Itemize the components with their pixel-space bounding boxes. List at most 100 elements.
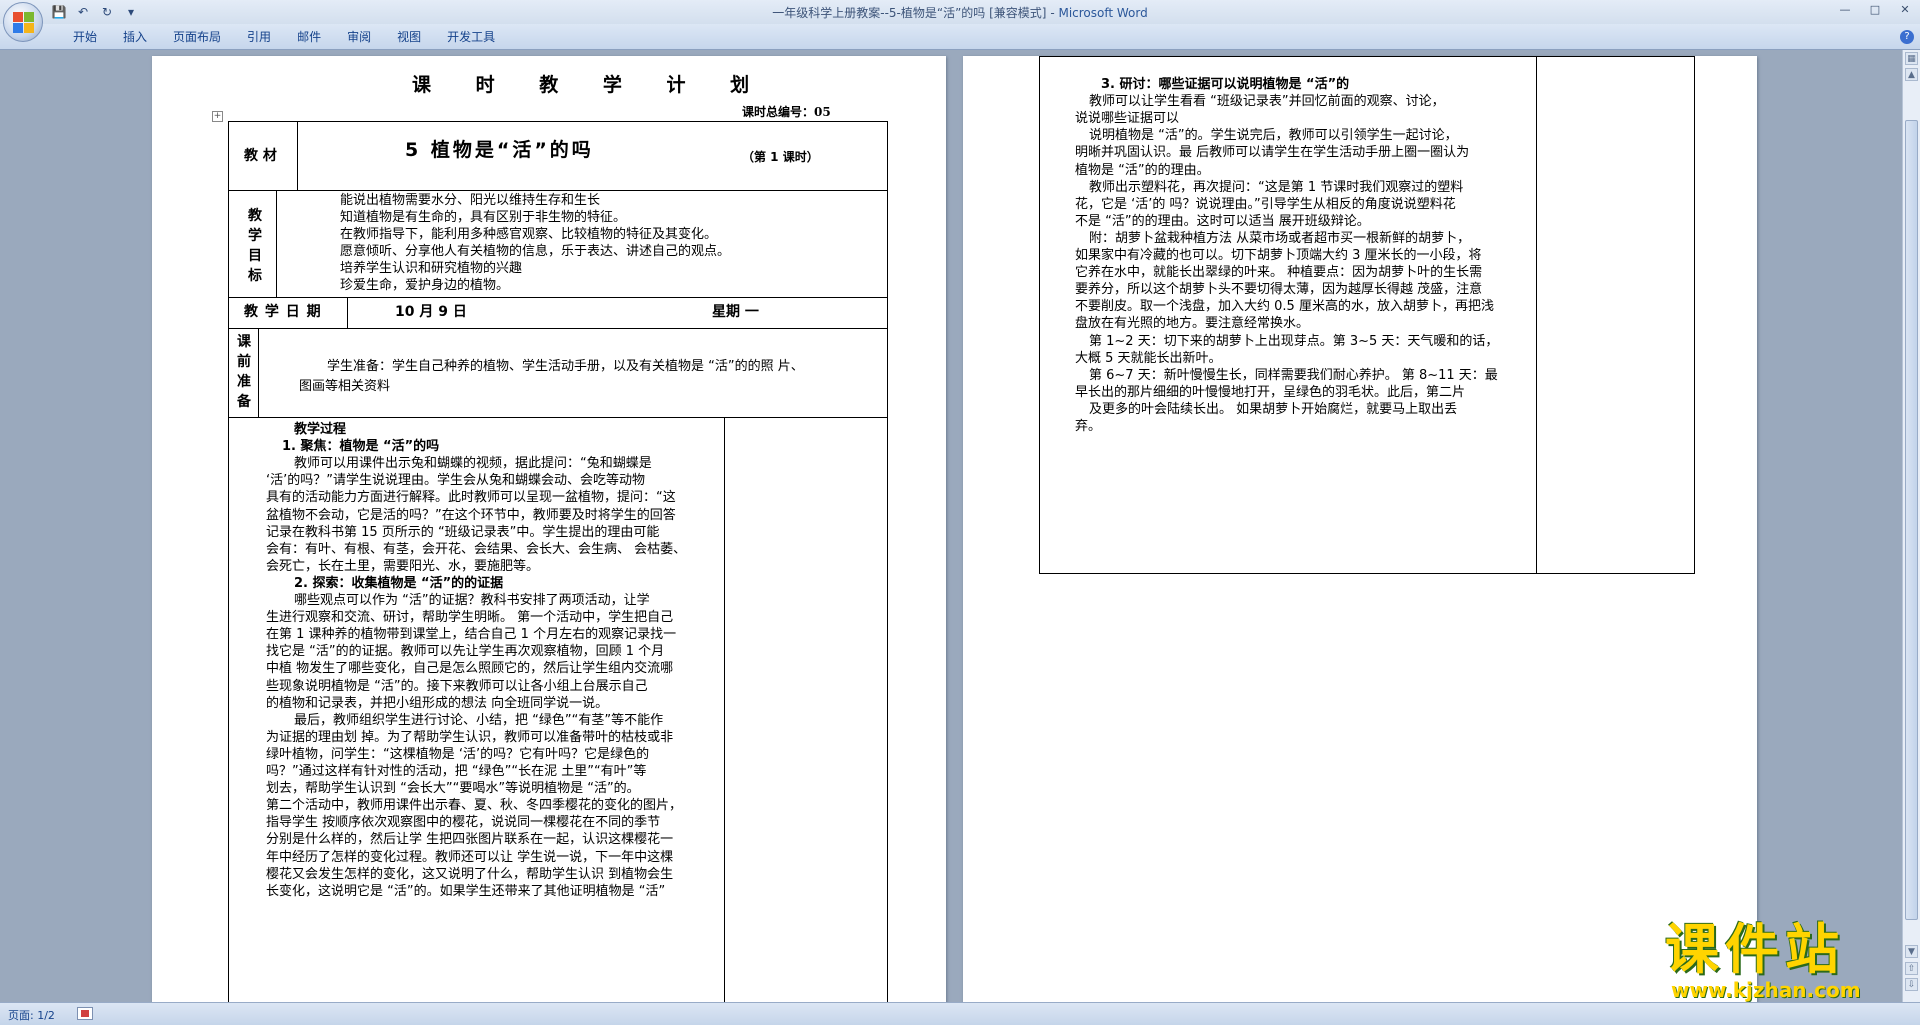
- ribbon-tab[interactable]: 审阅: [334, 29, 384, 45]
- app-name: Microsoft Word: [1058, 6, 1148, 20]
- page-heading: 课 时 教 学 计 划: [412, 74, 769, 96]
- watermark-title: 课件站: [1665, 918, 1845, 981]
- ribbon-tab[interactable]: 邮件: [284, 29, 334, 45]
- ribbon-tab[interactable]: 页面布局: [160, 29, 234, 45]
- process-line: 长变化，这说明它是 “活”的。如果学生还带来了其他证明植物是 “活”: [266, 883, 666, 899]
- process-line: 找它是 “活”的的证据。教师可以先让学生再次观察植物，回顾 1 个月: [266, 644, 665, 660]
- date-label: 教 学 日 期: [244, 304, 322, 320]
- goals-label-char: 标: [248, 268, 262, 284]
- process-line: 第二个活动中，教师用课件出示春、夏、秋、冬四季樱花的变化的图片，: [266, 798, 683, 814]
- continued-line: 早长出的那片细细的叶慢慢地打开，呈绿色的羽毛状。此后，第二片: [1075, 384, 1466, 400]
- prep-label-char: 准: [237, 374, 251, 390]
- process-line: 哪些观点可以作为 “活”的证据？教科书安排了两项活动，让学: [294, 593, 650, 608]
- process-line: 樱花又会发生怎样的变化，这又说明了什么，帮助学生认识 到植物会生: [266, 866, 674, 882]
- process-line: ‘活’的吗？”请学生说说理由。学生会从兔和蝴蝶会动、会吃等动物: [266, 473, 645, 489]
- continued-line: 如果家中有冷藏的也可以。切下胡萝卜顶端大约 3 厘米长的一小段，将: [1075, 248, 1482, 263]
- window-title: 一年级科学上册教案--5-植物是“活”的吗 [兼容模式] - Microsoft…: [0, 4, 1920, 21]
- ribbon-tab[interactable]: 开发工具: [434, 29, 508, 45]
- continued-line: 第 1~2 天：切下来的胡萝卜上出现芽点。第 3~5 天：天气暖和的话，: [1089, 333, 1499, 349]
- watermark-url: www.kjzhan.com: [1671, 978, 1861, 1002]
- continued-line: 盘放在有光照的地方。要注意经常换水。: [1075, 316, 1310, 332]
- goal-item: 愿意倾听、分享他人有关植物的信息，乐于表达、讲述自己的观点。: [340, 244, 731, 259]
- date-value: 10 月 9 日: [395, 304, 467, 320]
- page-2[interactable]: 3. 研讨：哪些证据可以说明植物是 “活”的教师可以让学生看看 “班级记录表”并…: [963, 56, 1757, 1002]
- continued-line: 不是 “活”的的理由。这时可以适当 展开班级辩论。: [1075, 213, 1370, 229]
- window-controls: — □ ✕: [1834, 1, 1916, 19]
- process-line: 指导学生 按顺序依次观察图中的樱花，说说同一棵樱花在不同的季节: [266, 815, 661, 831]
- process-line: 教学过程: [294, 422, 347, 437]
- continued-line: 要养分，所以这个胡萝卜头不要切得太薄，因为越厚长得越 茂盛，注意: [1075, 282, 1483, 298]
- weekday: 星期 一: [712, 304, 759, 320]
- page-indicator[interactable]: 页面: 1/2: [8, 1007, 55, 1023]
- proofing-icon[interactable]: [77, 1007, 93, 1020]
- table-move-handle-icon[interactable]: +: [212, 111, 223, 122]
- continued-line: 明晰并巩固认识。最 后教师可以请学生在学生活动手册上圈一圈认为: [1075, 145, 1470, 161]
- process-line: 记录在教科书第 15 页所示的 “班级记录表”中。学生提出的理由可能: [266, 524, 660, 540]
- process-line: 为证据的理由划 掉。为了帮助学生认识，教师可以准备带叶的枯枝或非: [266, 729, 674, 745]
- site-watermark: 课件站 www.kjzhan.com: [1665, 918, 1915, 1003]
- ribbon-tab[interactable]: 视图: [384, 29, 434, 45]
- ribbon-tab[interactable]: 开始: [60, 29, 110, 45]
- continued-line: 大概 5 天就能长出新叶。: [1075, 350, 1222, 366]
- ribbon-tabs: 开始 插入 页面布局 引用 邮件 审阅 视图 开发工具: [60, 29, 508, 45]
- process-line: 在第 1 课种养的植物带到课堂上，结合自己 1 个月左右的观察记录找一: [266, 627, 677, 643]
- prep-label-char: 备: [237, 394, 251, 410]
- process-line: 分别是什么样的，然后让学 生把四张图片联系在一起，认识这棵樱花一: [266, 832, 674, 848]
- prep-label-char: 前: [237, 354, 251, 370]
- vertical-scrollbar[interactable]: ▦ ▲ ▼ ⇧ ⇩: [1902, 50, 1920, 1002]
- minimize-icon[interactable]: —: [1834, 1, 1856, 19]
- process-line: 具有的活动能力方面进行解释。此时教师可以呈现一盆植物，提问：“这: [266, 490, 676, 506]
- continued-line: 说说哪些证据可以: [1075, 111, 1180, 127]
- continued-line: 第 6~7 天：新叶慢慢生长，同样需要我们耐心养护。 第 8~11 天：最: [1089, 367, 1498, 383]
- goals-label-char: 学: [248, 228, 262, 244]
- process-line: 1. 聚焦：植物是 “活”的吗: [282, 439, 440, 455]
- continued-line: 3. 研讨：哪些证据可以说明植物是 “活”的: [1101, 77, 1350, 92]
- continued-line: 它养在水中，就能长出翠绿的叶来。 种植要点：因为胡萝卜叶的生长需: [1075, 265, 1483, 281]
- office-logo-icon: [13, 12, 35, 34]
- goal-item: 能说出植物需要水分、阳光以维持生存和生长: [340, 193, 601, 208]
- process-line: 中植 物发生了哪些变化，自己是怎么照顾它的，然后让学生组内交流哪: [266, 661, 674, 677]
- process-line: 会死亡，长在土里，需要阳光、水，要施肥等。: [266, 558, 540, 574]
- ruler-toggle-icon[interactable]: ▦: [1905, 52, 1918, 65]
- scroll-up-icon[interactable]: ▲: [1905, 68, 1918, 81]
- process-line: 会有：有叶、有根、有茎，会开花、会结果、会长大、会生病、 会枯萎、: [266, 541, 687, 557]
- continued-line: 附：胡萝卜盆栽种植方法 从菜市场或者超市买一根新鲜的胡萝卜，: [1089, 230, 1471, 246]
- page-1[interactable]: 课 时 教 学 计 划 课时总编号：05 + 教 材 5 植物是“活”的吗 （第…: [152, 56, 946, 1002]
- close-icon[interactable]: ✕: [1894, 1, 1916, 19]
- process-line: 最后，教师组织学生进行讨论、小结，把 “绿色”“有茎”等不能作: [294, 712, 664, 728]
- continued-line: 花，它是 ‘活’的 吗？说说理由。”引导学生从相反的角度说说塑料花: [1075, 196, 1456, 212]
- process-line: 划去，帮助学生认识到 “会长大”“要喝水”等说明植物是 “活”的。: [266, 781, 640, 797]
- lesson-number: 课时总编号：05: [742, 105, 831, 119]
- goal-item: 珍爱生命，爱护身边的植物。: [340, 278, 510, 293]
- continued-line: 不要削皮。取一个浅盘，加入大约 0.5 厘米高的水，放入胡萝卜，再把浅: [1075, 299, 1494, 315]
- document-area[interactable]: 课 时 教 学 计 划 课时总编号：05 + 教 材 5 植物是“活”的吗 （第…: [0, 50, 1902, 1002]
- process-line: 些现象说明植物是 “活”的。接下来教师可以让各小组上台展示自己: [266, 678, 648, 694]
- goal-item: 培养学生认识和研究植物的兴趣: [340, 261, 523, 276]
- process-line: 生进行观察和交流、研讨，帮助学生明晰。 第一个活动中，学生把自己: [266, 610, 674, 626]
- process-line: 盆植物不会动，它是活的吗？”在这个环节中，教师要及时将学生的回答: [266, 507, 676, 523]
- status-bar: 页面: 1/2: [0, 1002, 1920, 1025]
- goal-item: 知道植物是有生命的，具有区别于非生物的特征。: [340, 210, 627, 225]
- continued-line: 教师出示塑料花，再次提问：“这是第 1 节课时我们观察过的塑料: [1089, 179, 1464, 195]
- goal-item: 在教师指导下，能利用多种感官观察、比较植物的特征及其变化。: [340, 227, 718, 242]
- process-line: 2. 探索：收集植物是 “活”的的证据: [294, 575, 504, 591]
- process-line: 年中经历了怎样的变化过程。教师还可以让 学生说一说，下一年中这棵: [266, 849, 674, 865]
- material-label: 教 材: [244, 148, 277, 164]
- document-name: 一年级科学上册教案--5-植物是“活”的吗 [兼容模式]: [772, 6, 1047, 20]
- ribbon-tab[interactable]: 插入: [110, 29, 160, 45]
- ribbon: 开始 插入 页面布局 引用 邮件 审阅 视图 开发工具 ?: [0, 24, 1920, 50]
- scroll-thumb[interactable]: [1905, 120, 1918, 920]
- help-icon[interactable]: ?: [1900, 30, 1914, 44]
- goals-label-char: 目: [248, 248, 262, 264]
- lesson-tag: （第 1 课时）: [742, 150, 819, 164]
- process-line: 绿叶植物，问学生：“这棵植物是 ‘活’的吗？它有叶吗？它是绿色的: [266, 746, 650, 762]
- office-button[interactable]: [3, 2, 43, 42]
- continued-line: 教师可以让学生看看 “班级记录表”并回忆前面的观察、讨论，: [1089, 94, 1445, 110]
- continued-line: 说明植物是 “活”的。学生说完后，教师可以引领学生一起讨论，: [1089, 128, 1458, 144]
- process-line: 的植物和记录表，并把小组形成的想法 向全班同学说一说。: [266, 695, 609, 711]
- maximize-icon[interactable]: □: [1864, 1, 1886, 19]
- continued-line: 弃。: [1075, 419, 1102, 434]
- title-separator: -: [1046, 6, 1059, 20]
- goals-label-char: 教: [248, 208, 262, 224]
- ribbon-tab[interactable]: 引用: [234, 29, 284, 45]
